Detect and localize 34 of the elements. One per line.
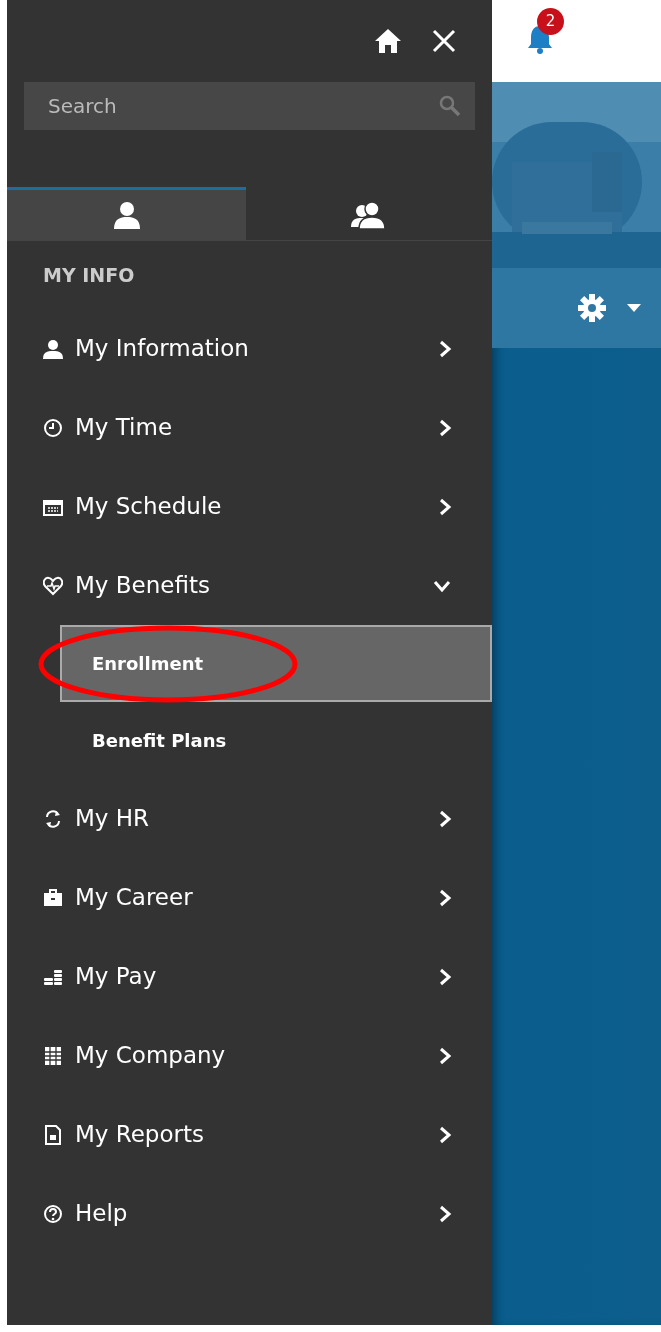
submenu-item[interactable]: Benefit Plans	[60, 702, 492, 779]
menu-item[interactable]: My Information	[7, 309, 492, 388]
caret-icon[interactable]	[627, 304, 641, 312]
help-icon	[43, 1203, 63, 1224]
person-icon	[43, 338, 63, 359]
menu-item[interactable]: My Company	[7, 1016, 492, 1095]
clock-icon	[43, 417, 63, 438]
people-icon	[351, 201, 387, 229]
notification-badge: 2	[537, 8, 564, 35]
menu-item[interactable]: My Time	[7, 388, 492, 467]
home-icon	[374, 28, 402, 54]
home-button[interactable]	[374, 28, 402, 54]
menu-item[interactable]: Help	[7, 1174, 492, 1253]
search-field[interactable]: Search	[24, 82, 475, 130]
document-icon	[43, 1124, 63, 1145]
close-button[interactable]	[432, 29, 456, 53]
menu-item[interactable]: My HR	[7, 779, 492, 858]
person-icon	[111, 201, 142, 229]
section-title: MY INFO	[42, 263, 136, 288]
tab[interactable]	[7, 187, 246, 240]
briefcase-icon	[43, 887, 63, 908]
close-icon	[432, 29, 456, 53]
menu-item[interactable]: My Career	[7, 858, 492, 937]
menu-item[interactable]: My Pay	[7, 937, 492, 1016]
submenu-item[interactable]: Enrollment	[60, 625, 492, 702]
cycle-icon	[43, 808, 63, 829]
settings-button[interactable]	[577, 293, 607, 323]
heart-icon	[43, 575, 63, 596]
menu-item[interactable]: My Schedule	[7, 467, 492, 546]
settings-icon	[577, 293, 607, 323]
search-icon	[439, 95, 461, 117]
menu-item[interactable]: My Benefits	[7, 546, 492, 625]
grid-icon	[43, 1045, 63, 1066]
menu-item[interactable]: My Reports	[7, 1095, 492, 1174]
